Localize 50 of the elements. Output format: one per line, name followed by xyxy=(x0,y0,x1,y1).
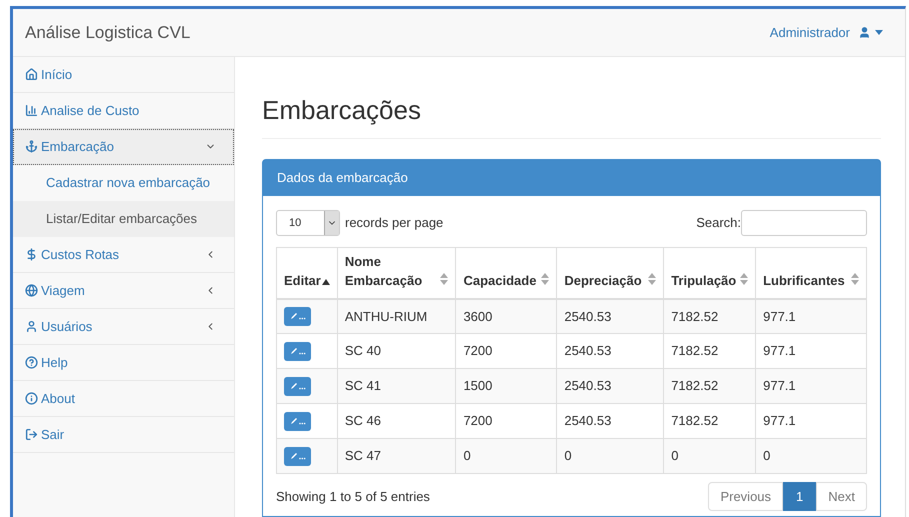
home-icon xyxy=(25,68,38,81)
records-label: records per page xyxy=(345,214,444,232)
user-icon xyxy=(858,26,871,39)
sidebar-item[interactable]: Help xyxy=(13,345,234,381)
user-menu-button[interactable]: Administrador xyxy=(770,22,883,42)
table-cell: 0 xyxy=(664,438,756,474)
sidebar-item[interactable]: Usuários xyxy=(13,309,234,345)
caret-icon xyxy=(875,30,883,35)
search-field[interactable] xyxy=(741,210,867,236)
brand-title[interactable]: Análise Logistica CVL xyxy=(25,20,190,46)
records-select[interactable]: 10 xyxy=(276,210,340,236)
sidebar-item[interactable]: Sair xyxy=(13,417,234,453)
dropdown-icon xyxy=(324,211,339,235)
pencil-icon xyxy=(290,452,306,460)
page-button[interactable]: 1 xyxy=(783,482,816,511)
search-label: Search: xyxy=(696,214,741,232)
globe-icon xyxy=(25,284,38,297)
sidebar-item[interactable]: Viagem xyxy=(13,273,234,309)
sidebar-item[interactable]: Início xyxy=(13,57,234,93)
bar-chart-icon xyxy=(25,104,38,117)
user-icon xyxy=(25,320,38,333)
edit-button[interactable] xyxy=(284,342,311,360)
sidebar-item[interactable]: About xyxy=(13,381,234,417)
table-cell: 0 xyxy=(556,438,664,474)
page-title: Embarcações xyxy=(262,91,881,139)
panel-header: Dados da embarcação xyxy=(263,160,880,196)
table-cell: SC 47 xyxy=(337,438,456,474)
edit-button[interactable] xyxy=(284,376,311,396)
pencil-icon xyxy=(290,382,306,390)
anchor-icon xyxy=(25,140,38,153)
column-header[interactable]: Editar xyxy=(276,248,338,298)
help-icon xyxy=(25,356,38,369)
edit-button[interactable] xyxy=(284,446,311,466)
pencil-icon xyxy=(290,347,306,355)
info-icon xyxy=(25,392,38,405)
logout-icon xyxy=(25,428,38,441)
table-cell: 0 xyxy=(456,438,557,474)
submenu-item[interactable]: Cadastrar nova embarcação xyxy=(13,165,234,201)
submenu-item[interactable]: Listar/Editar embarcações xyxy=(13,201,234,237)
pencil-icon xyxy=(290,417,306,425)
sidebar-item[interactable]: Custos Rotas xyxy=(13,237,234,273)
dollar-icon xyxy=(25,248,38,261)
table-cell: 0 xyxy=(756,438,866,474)
edit-button[interactable] xyxy=(284,306,311,326)
next-button[interactable]: Next xyxy=(816,482,867,511)
previous-button[interactable]: Previous xyxy=(708,482,784,511)
edit-button[interactable] xyxy=(284,412,311,430)
table-info: Showing 1 to 5 of 5 entries xyxy=(276,488,430,506)
sidebar-item[interactable]: Embarcação xyxy=(13,129,234,165)
pencil-icon xyxy=(290,312,306,320)
